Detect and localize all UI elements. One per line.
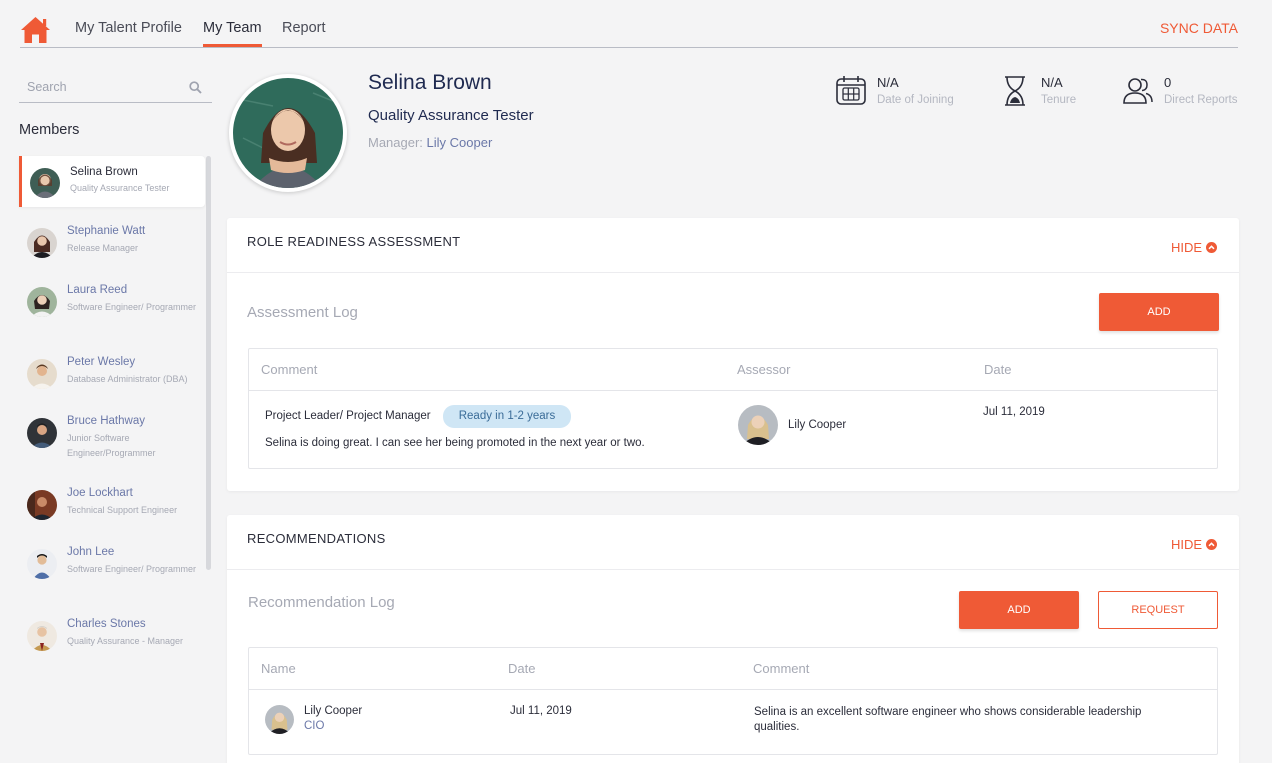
home-icon[interactable] — [20, 16, 51, 44]
member-role: Technical Support Engineer — [67, 505, 178, 515]
member-role: Software Engineer/ Programmer — [67, 564, 197, 574]
member-role: Junior Software Engineer/Programmer — [67, 433, 156, 458]
profile-title: Quality Assurance Tester — [368, 107, 534, 124]
member-name: Laura Reed — [67, 284, 128, 296]
tab-report[interactable]: Report — [282, 20, 326, 36]
card-title: RECOMMENDATIONS — [247, 531, 386, 546]
profile-name: Selina Brown — [368, 71, 492, 94]
readiness-badge: Ready in 1-2 years — [443, 405, 571, 428]
member-role: Quality Assurance - Manager — [67, 636, 184, 646]
recommendation-date: Jul 11, 2019 — [510, 705, 572, 717]
assessment-comment: Selina is doing great. I can see her bei… — [265, 437, 645, 449]
column-header-comment: Comment — [261, 362, 318, 377]
member-name: Peter Wesley — [67, 356, 136, 368]
search-box[interactable]: Search — [19, 76, 212, 103]
column-header-assessor: Assessor — [737, 362, 791, 377]
column-header-name: Name — [261, 661, 296, 676]
member-item-stephanie-watt[interactable]: Stephanie Watt Release Manager — [19, 220, 205, 265]
column-header-date: Date — [984, 362, 1012, 377]
recommender-position: CIO — [304, 720, 325, 732]
stat-value: 0 — [1164, 75, 1172, 90]
column-header-date: Date — [508, 661, 536, 676]
member-name: John Lee — [67, 546, 115, 558]
hide-button[interactable]: HIDE — [1171, 240, 1217, 255]
assessment-role: Project Leader/ Project Manager — [265, 410, 431, 422]
assessment-log-title: Assessment Log — [247, 304, 358, 321]
member-name: Bruce Hathway — [67, 415, 145, 427]
sync-data-button[interactable]: SYNC DATA — [1160, 20, 1238, 36]
card-title: ROLE READINESS ASSESSMENT — [247, 234, 461, 249]
member-role: Release Manager — [67, 243, 139, 253]
assessment-table: Comment Assessor Date Project Leader/ Pr… — [248, 348, 1218, 469]
member-name: Selina Brown — [70, 166, 138, 178]
avatar — [265, 705, 294, 734]
recommender-name: Lily Cooper — [304, 705, 363, 717]
member-role: Quality Assurance Tester — [70, 183, 170, 193]
avatar — [27, 621, 57, 651]
member-role: Software Engineer/ Programmer — [67, 302, 197, 312]
chevron-up-icon — [1206, 539, 1217, 550]
hide-label: HIDE — [1170, 240, 1202, 255]
chevron-up-icon — [1206, 242, 1217, 253]
hourglass-icon — [1005, 76, 1025, 106]
member-item-charles-stones[interactable]: Charles Stones Quality Assurance - Manag… — [19, 613, 205, 658]
stat-value: N/A — [1041, 75, 1063, 90]
avatar — [27, 359, 57, 389]
top-navigation: My Talent Profile My Team Report SYNC DA… — [20, 0, 1238, 48]
avatar — [27, 418, 57, 448]
stat-label: Direct Reports — [1164, 94, 1238, 106]
avatar — [27, 287, 57, 317]
stat-label: Date of Joining — [877, 94, 954, 106]
table-header: Name Date Comment — [249, 648, 1217, 690]
search-input[interactable]: Search — [27, 80, 67, 94]
stat-label: Tenure — [1041, 94, 1077, 106]
member-name: Stephanie Watt — [67, 225, 146, 237]
calendar-icon — [836, 76, 866, 105]
recommendation-table: Name Date Comment Lily Cooper CIO Jul 11… — [248, 647, 1218, 755]
tab-my-talent-profile[interactable]: My Talent Profile — [75, 20, 182, 36]
member-item-bruce-hathway[interactable]: Bruce Hathway Junior Software Engineer/P… — [19, 410, 205, 468]
members-heading: Members — [19, 122, 80, 138]
people-icon — [1123, 78, 1153, 104]
recommendation-comment: Selina is an excellent software engineer… — [754, 706, 1142, 733]
member-item-selina-brown[interactable]: Selina Brown Quality Assurance Tester — [19, 156, 205, 207]
member-item-joe-lockhart[interactable]: Joe Lockhart Technical Support Engineer — [19, 482, 205, 527]
search-icon[interactable] — [189, 81, 202, 94]
role-readiness-card: ROLE READINESS ASSESSMENT HIDE Assessmen… — [227, 218, 1239, 491]
avatar — [27, 490, 57, 520]
assessment-date: Jul 11, 2019 — [983, 406, 1045, 418]
member-item-peter-wesley[interactable]: Peter Wesley Database Administrator (DBA… — [19, 351, 205, 396]
member-name: Charles Stones — [67, 618, 146, 630]
add-assessment-button[interactable]: ADD — [1099, 293, 1219, 331]
column-header-comment: Comment — [753, 661, 810, 676]
add-recommendation-button[interactable]: ADD — [959, 591, 1079, 629]
member-role: Database Administrator (DBA) — [67, 374, 188, 384]
avatar — [27, 549, 57, 579]
request-recommendation-button[interactable]: REQUEST — [1098, 591, 1218, 629]
avatar — [30, 168, 60, 198]
recommendations-card: RECOMMENDATIONS HIDE Recommendation Log … — [227, 515, 1239, 763]
card-header: ROLE READINESS ASSESSMENT HIDE — [227, 218, 1239, 273]
profile-photo — [229, 74, 347, 192]
table-header: Comment Assessor Date — [249, 349, 1217, 391]
recommendation-log-title: Recommendation Log — [248, 594, 395, 611]
tab-my-team[interactable]: My Team — [203, 20, 262, 47]
assessor-name: Lily Cooper — [788, 419, 847, 431]
member-item-john-lee[interactable]: John Lee Software Engineer/ Programmer — [19, 541, 205, 599]
hide-button[interactable]: HIDE — [1171, 537, 1217, 552]
stat-value: N/A — [877, 75, 899, 90]
avatar — [27, 228, 57, 258]
member-item-laura-reed[interactable]: Laura Reed Software Engineer/ Programmer — [19, 279, 205, 337]
manager-label: Manager: — [368, 135, 423, 150]
manager-name[interactable]: Lily Cooper — [427, 135, 493, 150]
hide-label: HIDE — [1170, 537, 1202, 552]
avatar — [738, 405, 778, 445]
profile-manager: Manager: Lily Cooper — [368, 135, 492, 150]
member-name: Joe Lockhart — [67, 487, 133, 499]
card-header: RECOMMENDATIONS HIDE — [227, 515, 1239, 570]
